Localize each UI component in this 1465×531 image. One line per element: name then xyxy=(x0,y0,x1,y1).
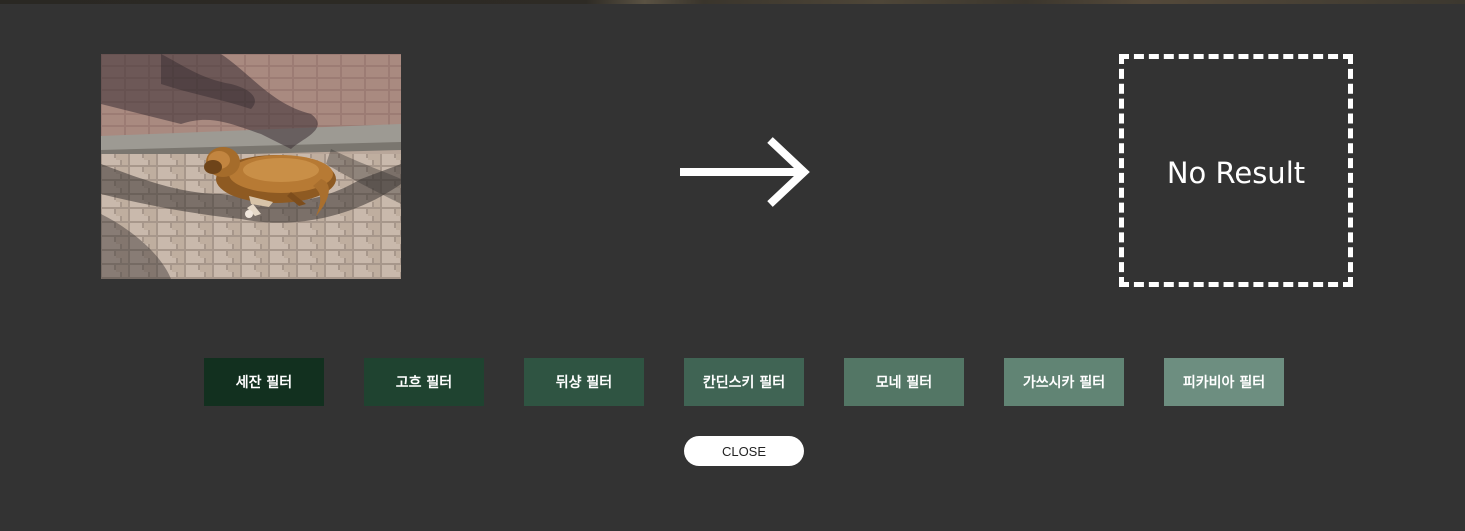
close-button[interactable]: CLOSE xyxy=(684,436,804,466)
filter-button-katsushika[interactable]: 가쓰시카 필터 xyxy=(1004,358,1124,406)
arrow-right-icon xyxy=(680,137,810,207)
source-photo xyxy=(101,54,401,279)
filter-button-monet[interactable]: 모네 필터 xyxy=(844,358,964,406)
result-placeholder-box: No Result xyxy=(1119,54,1353,287)
filter-button-gogh[interactable]: 고흐 필터 xyxy=(364,358,484,406)
background-image-strip xyxy=(0,0,1465,4)
filter-button-cezanne[interactable]: 세잔 필터 xyxy=(204,358,324,406)
dog-photo-image xyxy=(101,54,401,279)
filter-button-duchamp[interactable]: 뒤샹 필터 xyxy=(524,358,644,406)
filter-button-group: 세잔 필터 고흐 필터 뒤샹 필터 칸딘스키 필터 모네 필터 가쓰시카 필터 … xyxy=(204,358,1284,406)
filter-button-picabia[interactable]: 피카비아 필터 xyxy=(1164,358,1284,406)
no-result-text: No Result xyxy=(1166,155,1306,190)
filter-button-kandinsky[interactable]: 칸딘스키 필터 xyxy=(684,358,804,406)
